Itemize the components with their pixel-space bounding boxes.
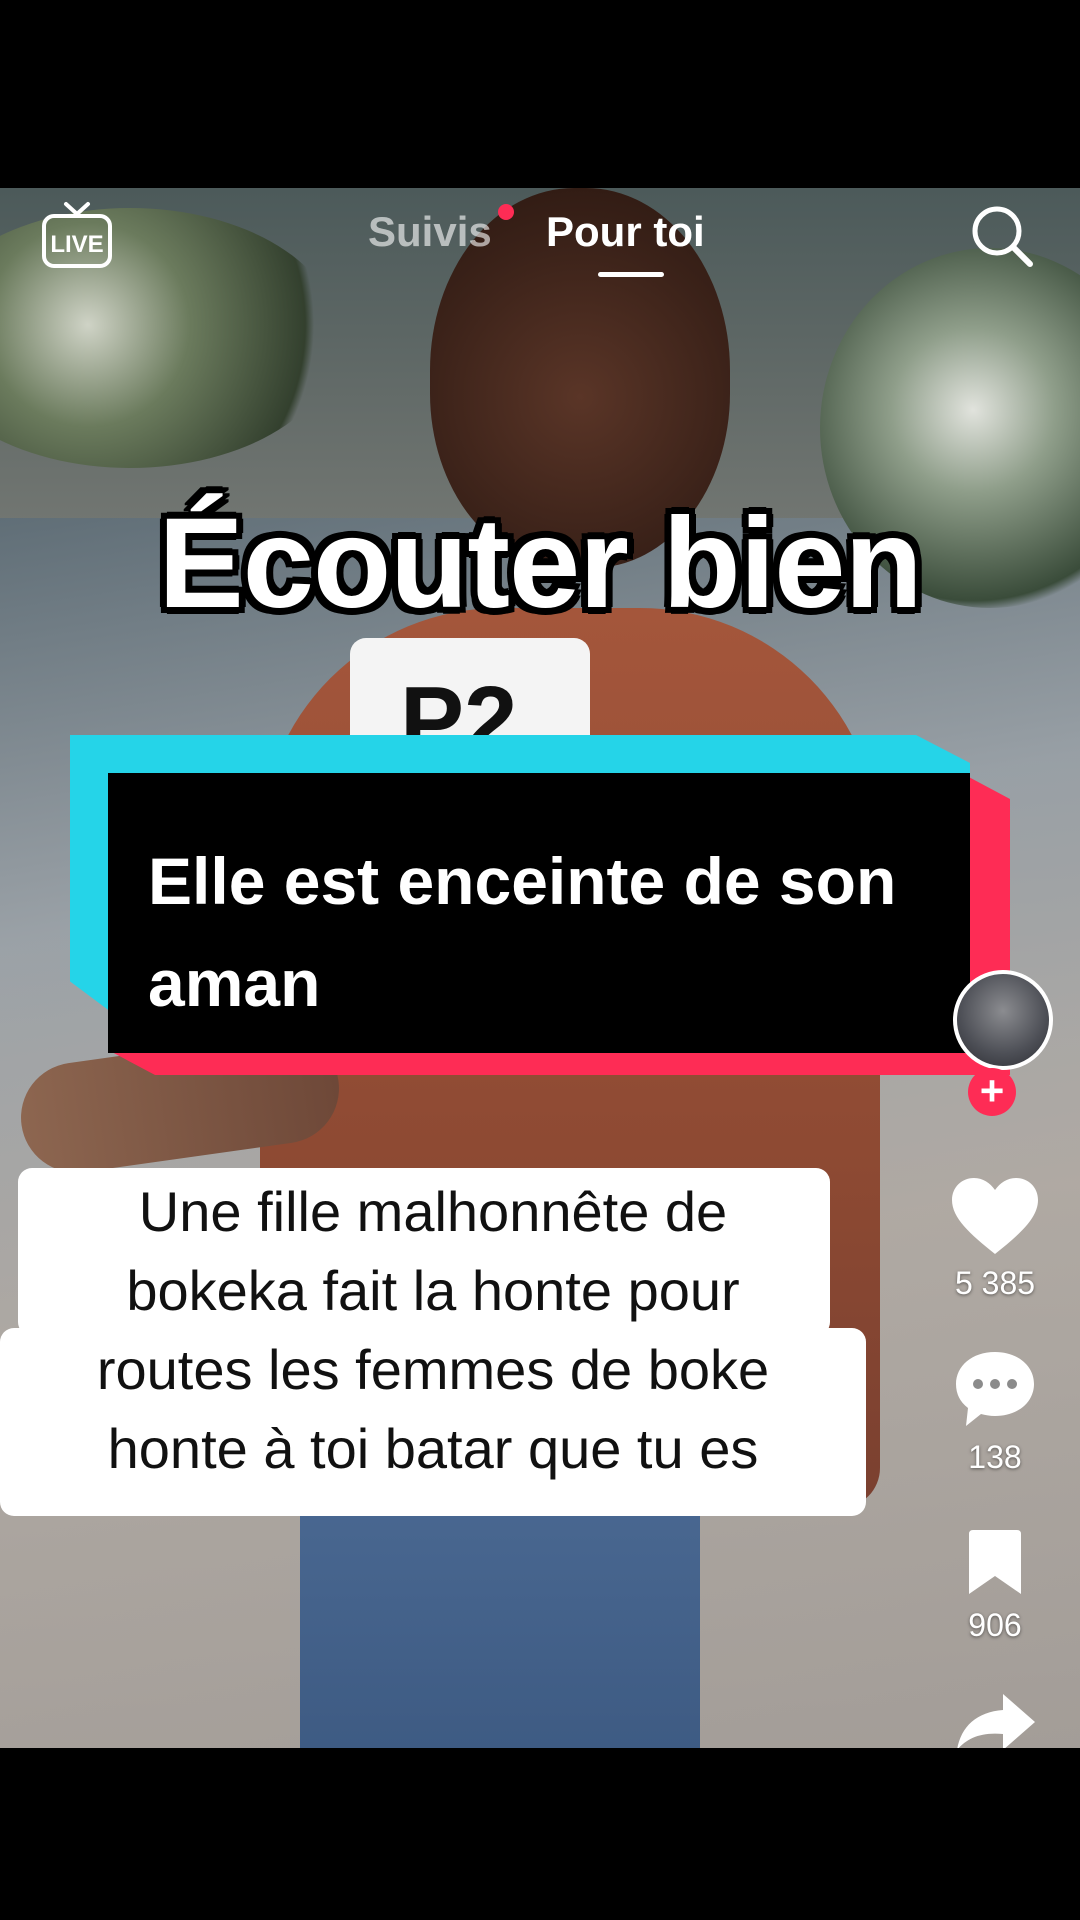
comment-count: 138 — [968, 1439, 1022, 1475]
like-button[interactable]: 5 385 — [938, 1176, 1052, 1302]
creator-avatar[interactable] — [953, 970, 1053, 1070]
tab-for-you[interactable]: Pour toi — [546, 208, 705, 256]
tab-for-you-label: Pour toi — [546, 208, 705, 255]
plus-icon: + — [979, 1067, 1005, 1114]
tab-following[interactable]: Suivis — [368, 204, 514, 256]
comment-line: Une fille malhonnête de — [138, 1180, 728, 1243]
tiktok-feed-screen: P2 LIVE Suivis Pour toi Écouter bien Ell… — [0, 0, 1080, 1920]
comment-icon — [956, 1352, 1034, 1426]
tab-following-label: Suivis — [368, 208, 492, 255]
comments-button[interactable]: 138 — [938, 1348, 1052, 1476]
save-button[interactable]: 906 — [938, 1528, 1052, 1644]
search-icon — [972, 206, 1033, 267]
comment-line: routes les femmes de boke — [96, 1338, 770, 1401]
follow-button[interactable]: + — [968, 1068, 1016, 1116]
share-button[interactable] — [938, 1690, 1052, 1755]
comment-line: honte à toi batar que tu es — [107, 1417, 759, 1480]
notification-dot — [497, 204, 514, 220]
like-count: 5 385 — [954, 1265, 1036, 1301]
caption-text: Elle est enceinte de son aman — [148, 844, 897, 1020]
bookmark-icon — [969, 1530, 1021, 1594]
comment-line: bokeka fait la honte pour — [126, 1259, 740, 1322]
search-button[interactable] — [968, 202, 1036, 270]
share-icon — [957, 1694, 1035, 1750]
live-tv-icon: LIVE — [42, 202, 112, 268]
live-label: LIVE — [50, 231, 103, 258]
bottom-letterbox — [0, 1748, 1080, 1920]
reply-comment-text: Une fille malhonnête de bokeka fait la h… — [0, 1172, 866, 1488]
heart-icon — [952, 1178, 1038, 1254]
top-navigation: LIVE Suivis Pour toi — [0, 188, 1080, 298]
caption-card: Elle est enceinte de son aman — [70, 735, 1010, 1090]
live-button[interactable]: LIVE — [40, 200, 114, 274]
reply-comment-bubble: Une fille malhonnête de bokeka fait la h… — [0, 1168, 870, 1516]
video-headline-text: Écouter bien — [158, 492, 922, 635]
save-count: 906 — [968, 1607, 1022, 1643]
active-tab-indicator — [598, 272, 664, 277]
